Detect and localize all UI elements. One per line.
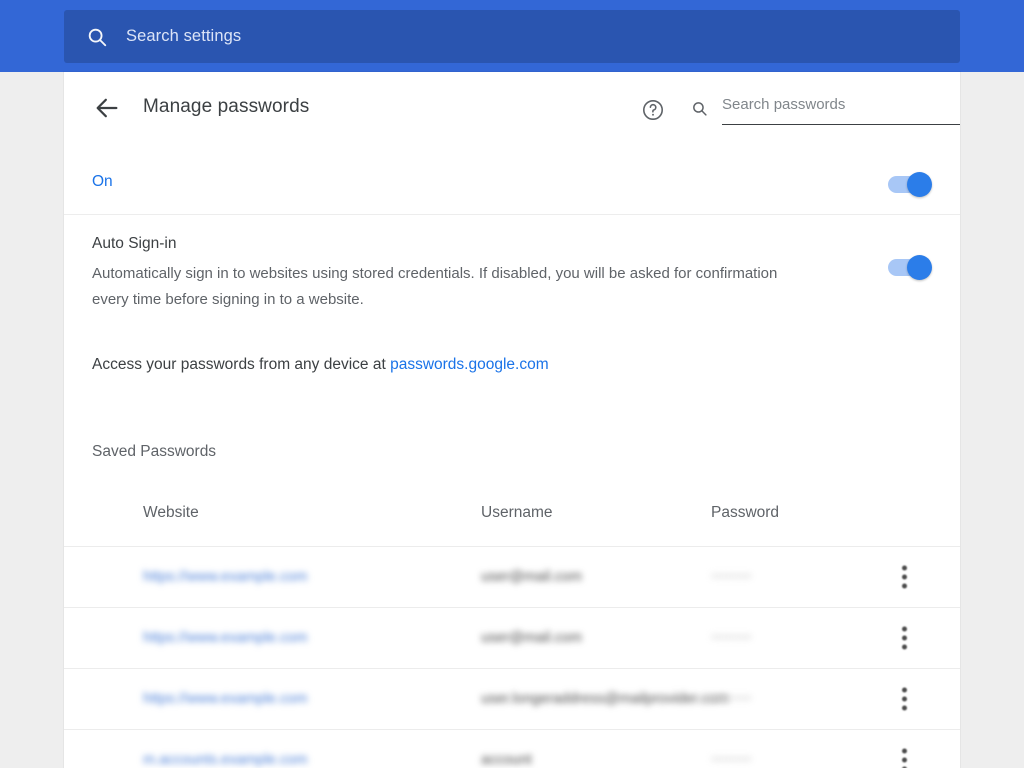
save-passwords-toggle[interactable] — [888, 172, 932, 197]
cell-username: account — [481, 752, 532, 768]
access-note: Access your passwords from any device at… — [92, 356, 549, 374]
more-vert-icon[interactable] — [902, 626, 907, 650]
divider — [64, 214, 960, 215]
back-arrow-icon[interactable] — [93, 94, 121, 122]
table-row[interactable]: https://www.example.com user@mail.com ••… — [64, 546, 960, 607]
cell-website: m.accounts.example.com — [143, 752, 308, 768]
more-vert-icon[interactable] — [902, 687, 907, 711]
card-header: Manage passwords Search passwords — [64, 72, 960, 144]
settings-card: Manage passwords Search passwords On Aut… — [64, 72, 960, 768]
cell-password: •••••••• — [711, 630, 752, 646]
toggle-knob — [907, 255, 932, 280]
cell-username: user@mail.com — [481, 569, 582, 585]
save-passwords-label: On — [92, 173, 113, 190]
search-icon — [691, 100, 708, 117]
auto-signin-description: Automatically sign in to websites using … — [92, 265, 778, 308]
table-row[interactable]: https://www.example.com user.longeraddre… — [64, 668, 960, 729]
passwords-google-link[interactable]: passwords.google.com — [390, 356, 549, 373]
search-icon — [86, 26, 108, 48]
more-vert-icon[interactable] — [902, 748, 907, 768]
saved-passwords-title: Saved Passwords — [92, 443, 217, 460]
settings-search-box[interactable]: Search settings — [64, 10, 960, 63]
table-row[interactable]: m.accounts.example.com account •••••••• — [64, 729, 960, 768]
cell-website: https://www.example.com — [143, 630, 308, 646]
search-underline — [722, 124, 960, 125]
table-header-row: Website Username Password — [64, 492, 960, 546]
search-passwords-field[interactable]: Search passwords — [691, 96, 960, 128]
cell-password: •••••••• — [711, 752, 752, 768]
page-title: Manage passwords — [143, 96, 310, 117]
column-header-username: Username — [481, 504, 553, 521]
help-circle-icon[interactable] — [641, 98, 665, 122]
cell-username: user@mail.com — [481, 630, 582, 646]
table-row[interactable]: https://www.example.com user@mail.com ••… — [64, 607, 960, 668]
saved-passwords-table: Website Username Password https://www.ex… — [64, 492, 960, 768]
search-passwords-placeholder: Search passwords — [722, 96, 846, 113]
column-header-password: Password — [711, 504, 780, 521]
settings-topbar: Search settings — [0, 0, 1024, 72]
auto-signin-toggle[interactable] — [888, 255, 932, 280]
more-vert-icon[interactable] — [902, 565, 907, 589]
toggle-knob — [907, 172, 932, 197]
settings-search-placeholder: Search settings — [126, 27, 242, 45]
cell-username: user.longeraddress@mailprovider.com — [481, 691, 729, 707]
cell-website: https://www.example.com — [143, 569, 308, 585]
access-note-text: Access your passwords from any device at — [92, 356, 391, 373]
column-header-website: Website — [143, 504, 199, 521]
cell-website: https://www.example.com — [143, 691, 308, 707]
auto-signin-title: Auto Sign-in — [92, 235, 177, 252]
cell-password: •••••••• — [711, 569, 752, 585]
cell-password: •••••••• — [711, 691, 752, 707]
